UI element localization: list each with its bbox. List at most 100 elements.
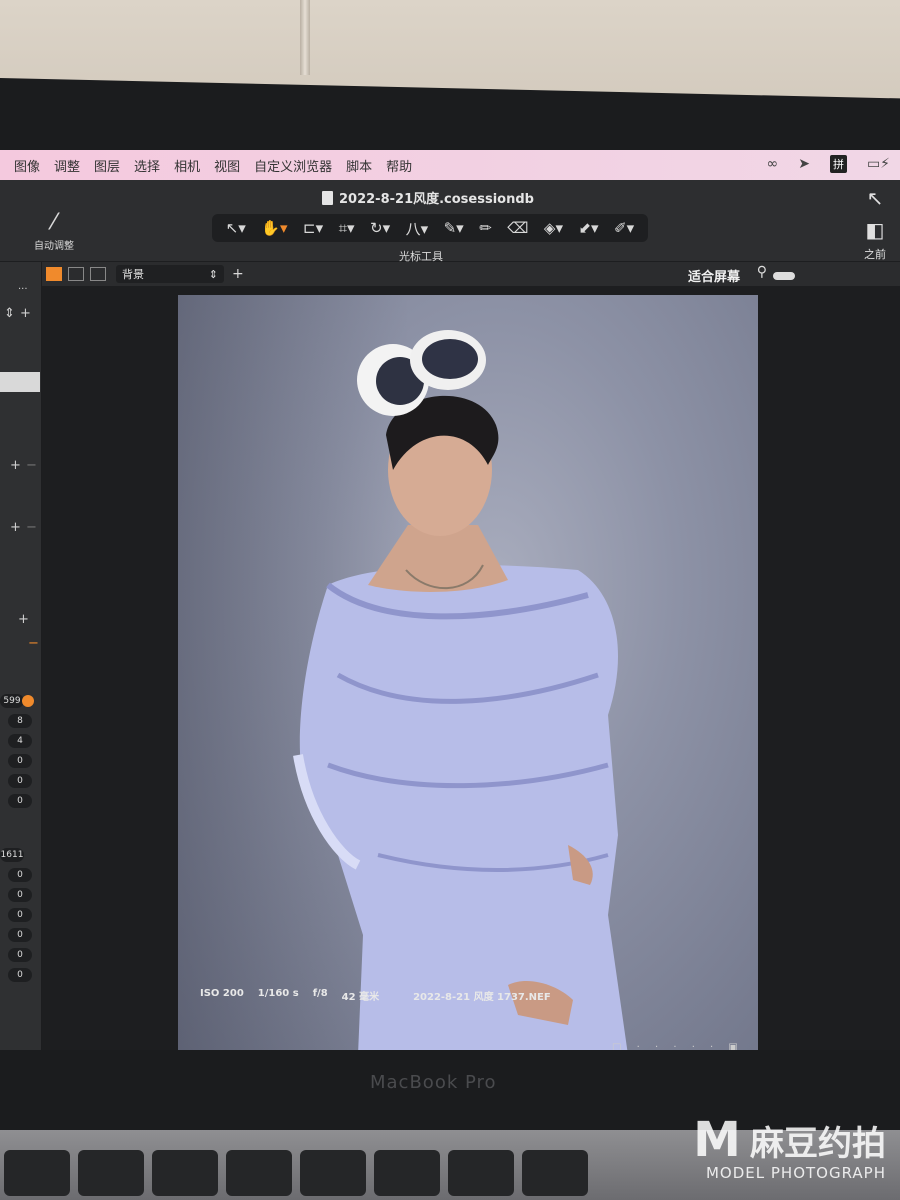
model-figure [293,330,628,1050]
count-badge: 0 [8,774,32,788]
exif-aperture: f/8 [312,988,328,999]
count-badge: 8 [8,714,32,728]
key [448,1150,514,1196]
menu-bar: 图像 调整 图层 选择 相机 视图 自定义浏览器 脚本 帮助 ∞ ➤ 拼 ▭⚡ [0,150,900,180]
layer-select-value: 背景 [122,268,144,281]
count-badge: 599 [0,694,24,708]
gradient-icon[interactable]: ⌫ [507,219,528,237]
menu-help[interactable]: 帮助 [386,156,412,175]
menu-tray: ∞ ➤ 拼 ▭⚡ [767,155,890,173]
left-tool-panel: ··· ⇕ + + − + − + − 599 8 4 0 0 0 1611 0… [0,262,42,1050]
filmstrip-indicator[interactable]: □ · · · · · ▣ [612,1042,744,1050]
tool-strip: ↖▾ ✋▾ ⊏▾ ⌗▾ ↻▾ 八▾ ✎▾ ✏ ⌫ ◈▾ ⬋▾ ✐▾ [212,214,648,242]
input-method-icon[interactable]: 拼 [829,155,847,173]
single-view-icon[interactable] [68,267,84,281]
laptop-brand: MacBook Pro [370,1072,497,1093]
menu-adjust[interactable]: 调整 [54,156,80,175]
select-icon[interactable]: ↖▾ [226,219,246,237]
rotate-icon[interactable]: ↻▾ [370,219,390,237]
keyboard-keys [0,1150,700,1200]
wall-seam [300,0,310,75]
exif-shutter: 1/160 s [257,988,299,999]
before-label: 之前 [864,248,886,261]
key [4,1150,70,1196]
count-badge: 0 [8,928,32,942]
watermark-logo: M [693,1112,741,1168]
menu-custom-browser[interactable]: 自定义浏览器 [254,156,332,175]
key [374,1150,440,1196]
zoom-icon[interactable]: ⚲ [757,264,767,280]
panel-remove-button-3[interactable]: − [28,636,39,651]
fit-screen-button[interactable]: 适合屏幕 [688,266,740,285]
count-badge: 0 [8,968,32,982]
menu-camera[interactable]: 相机 [174,156,200,175]
panel-add-button-2[interactable]: + [10,458,21,473]
panel-add-button[interactable]: + [20,306,31,321]
count-badge: 0 [8,948,32,962]
watermark: M 麻豆约拍 MODEL PHOTOGRAPH [693,1112,886,1182]
keystone-icon[interactable]: 八▾ [406,218,429,239]
count-badge: 4 [8,734,32,748]
menu-view[interactable]: 视图 [214,156,240,175]
window-title-text: 2022-8-21风度.cosessiondb [339,192,534,207]
battery-charging-icon[interactable]: ▭⚡ [867,156,890,172]
count-badge: 1611 [0,848,24,862]
key [300,1150,366,1196]
annotation-icon[interactable]: ✐▾ [614,219,634,237]
status-dot [22,695,34,707]
window-title: 2022-8-21风度.cosessiondb [322,188,534,207]
auto-adjust-label: 自动调整 [34,241,74,252]
watermark-en: MODEL PHOTOGRAPH [705,1164,886,1182]
cursor-icon[interactable]: ↖ [864,186,886,210]
panel-remove-button[interactable]: − [26,458,37,473]
select-chevron-icon: ⇕ [208,267,218,281]
panel-remove-button-2[interactable]: − [26,520,37,535]
laptop-screen: 图像 调整 图层 选择 相机 视图 自定义浏览器 脚本 帮助 ∞ ➤ 拼 ▭⚡ … [0,150,900,1050]
right-tools: ↖ ◧ 之前 [864,186,886,262]
key [226,1150,292,1196]
goggle-lens [422,339,478,379]
watermark-cn: 麻豆约拍 [750,1123,886,1164]
multi-view-icon[interactable] [46,267,62,281]
stamp-icon[interactable]: ◈▾ [544,219,563,237]
zoom-slider[interactable] [773,272,795,280]
loupe-icon[interactable]: ⊏▾ [303,219,323,237]
menu-select[interactable]: 选择 [134,156,160,175]
panel-add-button-4[interactable]: + [18,612,29,627]
brush-icon[interactable]: ✎▾ [444,219,464,237]
exif-iso: ISO 200 [200,988,244,999]
creative-cloud-icon[interactable]: ∞ [767,156,779,172]
photo-preview[interactable] [178,295,758,1050]
title-toolbar: 2022-8-21风度.cosessiondb ⁄ 自动调整 ↖▾ ✋▾ ⊏▾ … [0,180,900,263]
count-badge: 0 [8,794,32,808]
layer-select[interactable]: 背景 ⇕ [116,265,224,283]
add-layer-button[interactable]: + [232,266,244,282]
count-badge: 0 [8,868,32,882]
count-badge: 0 [8,908,32,922]
sweater [299,565,628,1050]
key [78,1150,144,1196]
panel-selected-row[interactable] [0,372,40,392]
menu-script[interactable]: 脚本 [346,156,372,175]
panel-stepper-icon[interactable]: ⇕ [4,306,15,321]
picker-icon[interactable]: ⬋▾ [578,219,598,237]
panel-add-button-3[interactable]: + [10,520,21,535]
magic-wand-icon: ⁄ [52,210,56,235]
pan-hand-icon[interactable]: ✋▾ [261,219,287,237]
key [152,1150,218,1196]
key [522,1150,588,1196]
menu-layer[interactable]: 图层 [94,156,120,175]
crop-icon[interactable]: ⌗▾ [339,219,355,237]
viewer-bar: 背景 ⇕ + ⚲ 适合屏幕 [40,262,900,286]
auto-adjust-button[interactable]: ⁄ 自动调整 [34,210,74,252]
send-icon[interactable]: ➤ [798,156,810,172]
exif-filename: 2022-8-21 风度 1737.NEF [413,992,551,1003]
before-after-icon[interactable]: ◧ [864,218,886,242]
menu-image[interactable]: 图像 [14,156,40,175]
eraser-icon[interactable]: ✏ [479,219,492,237]
count-badge: 0 [8,754,32,768]
document-icon [322,190,333,205]
panel-more-icon[interactable]: ··· [18,284,28,295]
eye-view-icon[interactable] [90,267,106,281]
exif-focal: 42 毫米 [341,992,380,1003]
